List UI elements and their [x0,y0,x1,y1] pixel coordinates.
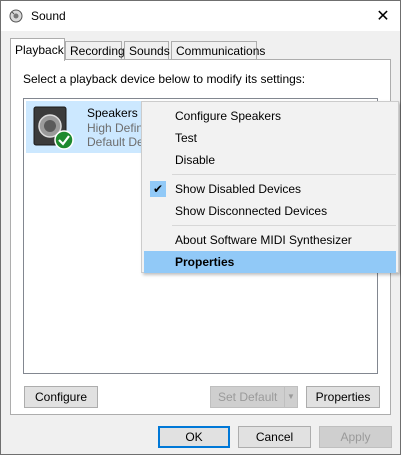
device-status: Default De [87,135,144,149]
menu-item-label: Test [175,131,198,145]
ok-button[interactable]: OK [158,426,230,448]
properties-label[interactable]: Properties [316,390,371,404]
device-name: Speakers [87,106,138,120]
menu-item-label: Disable [175,153,216,167]
cancel-label: Cancel [255,430,294,444]
menu-item-show-disabled-devices[interactable]: ✔ Show Disabled Devices [144,178,396,200]
configure-label: Configure [34,390,88,404]
device-description: High Defini [87,121,146,135]
menu-item-configure-speakers[interactable]: Configure Speakers [144,105,396,127]
set-default-button: Set Default ▼ [210,386,298,408]
menu-item-about-midi[interactable]: About Software MIDI Synthesizer [144,229,396,251]
menu-item-properties[interactable]: Properties [144,251,396,273]
tab-label: Communications [176,44,266,58]
checkmark-icon: ✔ [150,181,166,197]
apply-label: Apply [340,430,371,444]
configure-button[interactable]: Configure [24,386,98,408]
chevron-down-icon: ▼ [284,387,297,407]
tab-recording[interactable]: Recording [65,41,125,59]
close-icon[interactable]: ✕ [366,1,400,31]
menu-item-label: Show Disabled Devices [175,182,302,196]
menu-item-label: About Software MIDI Synthesizer [175,233,352,247]
menu-item-label: Show Disconnected Devices [175,204,328,218]
instruction-text: Select a playback device below to modify… [23,72,306,86]
tab-sounds[interactable]: Sounds [124,41,170,59]
ok-label: OK [185,430,203,444]
sound-icon [9,9,23,23]
cancel-button[interactable]: Cancel [238,426,311,448]
menu-item-show-disconnected-devices[interactable]: Show Disconnected Devices [144,200,396,222]
menu-item-label: Configure Speakers [175,109,282,123]
set-default-label: Set Default [218,390,278,404]
speaker-icon [33,106,74,150]
window-title: Sound [31,9,66,23]
menu-item-label: Properties [175,255,235,269]
properties-button[interactable]: Properties [306,386,380,408]
menu-item-disable[interactable]: Disable [144,149,396,171]
context-menu: Configure Speakers Test Disable ✔ Show D… [141,101,399,273]
tab-communications[interactable]: Communications [171,41,265,59]
title-bar: Sound ✕ [1,1,400,31]
tab-label: Recording [70,44,125,58]
menu-separator [172,174,396,175]
tab-label: Sounds [129,44,170,58]
apply-button: Apply [319,426,392,448]
menu-separator [172,225,396,226]
tab-playback[interactable]: Playback [10,38,65,61]
menu-item-test[interactable]: Test [144,127,396,149]
tab-label: Playback [15,43,64,57]
